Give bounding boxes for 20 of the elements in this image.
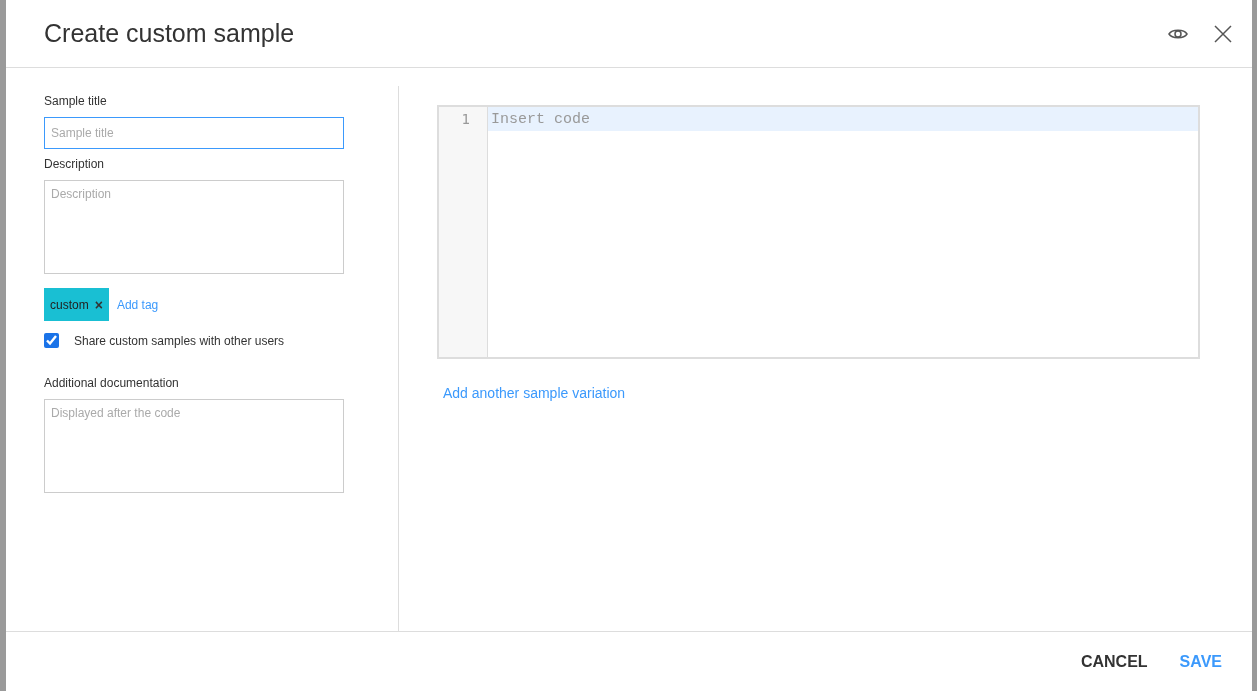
- documentation-field[interactable]: Displayed after the code: [44, 399, 344, 493]
- cancel-button[interactable]: CANCEL: [1080, 648, 1148, 675]
- field-label: Description: [44, 157, 106, 171]
- share-checkbox[interactable]: [44, 333, 59, 348]
- close-icon: [1214, 24, 1232, 43]
- share-label: Share custom samples with other users: [74, 333, 285, 348]
- code-placeholder: Insert code: [491, 110, 591, 128]
- close-button[interactable]: [1214, 24, 1232, 43]
- tag-label: custom: [50, 297, 89, 312]
- add-variation-link[interactable]: Add another sample variation: [443, 385, 626, 401]
- remove-tag-button[interactable]: ×: [94, 296, 103, 313]
- sample-title-field[interactable]: Sample title: [44, 117, 344, 149]
- code-editor[interactable]: 1 Insert code: [437, 105, 1200, 359]
- field-label: Sample title: [44, 94, 108, 108]
- save-button[interactable]: SAVE: [1179, 648, 1222, 675]
- line-number: 1: [460, 110, 471, 127]
- dialog-title: Create custom sample: [44, 19, 296, 48]
- description-field[interactable]: Description: [44, 180, 344, 274]
- field-label: Additional documentation: [44, 376, 180, 390]
- add-tag-link[interactable]: Add tag: [116, 297, 159, 312]
